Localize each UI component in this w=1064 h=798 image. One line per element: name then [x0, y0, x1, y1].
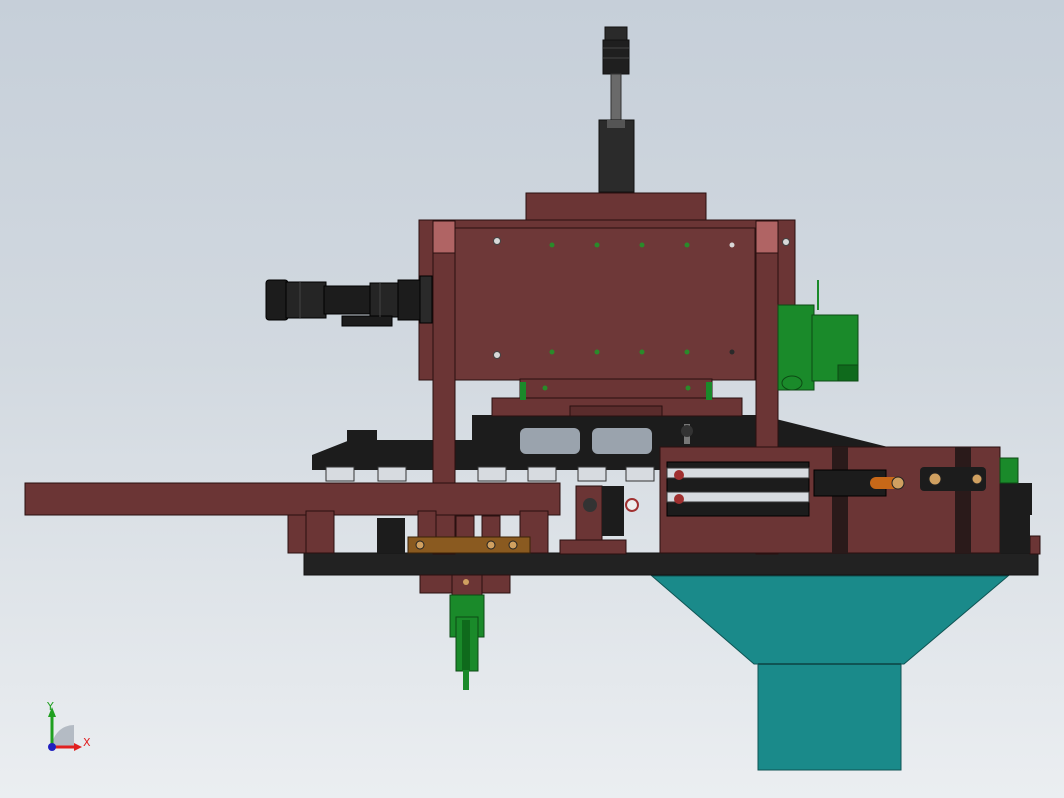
teal-funnel	[650, 575, 1010, 771]
top-cylinder	[598, 26, 635, 193]
horizontal-arm	[24, 482, 639, 555]
axis-x-label: X	[83, 736, 91, 749]
right-housing	[659, 446, 1032, 554]
cad-viewport[interactable]: Y X	[0, 0, 1064, 798]
axis-y-label: Y	[47, 700, 54, 713]
assembly-drawing[interactable]	[0, 0, 1064, 798]
left-camera	[265, 275, 433, 327]
bottom-green-actuator	[419, 574, 511, 690]
coordinate-triad	[48, 707, 82, 751]
